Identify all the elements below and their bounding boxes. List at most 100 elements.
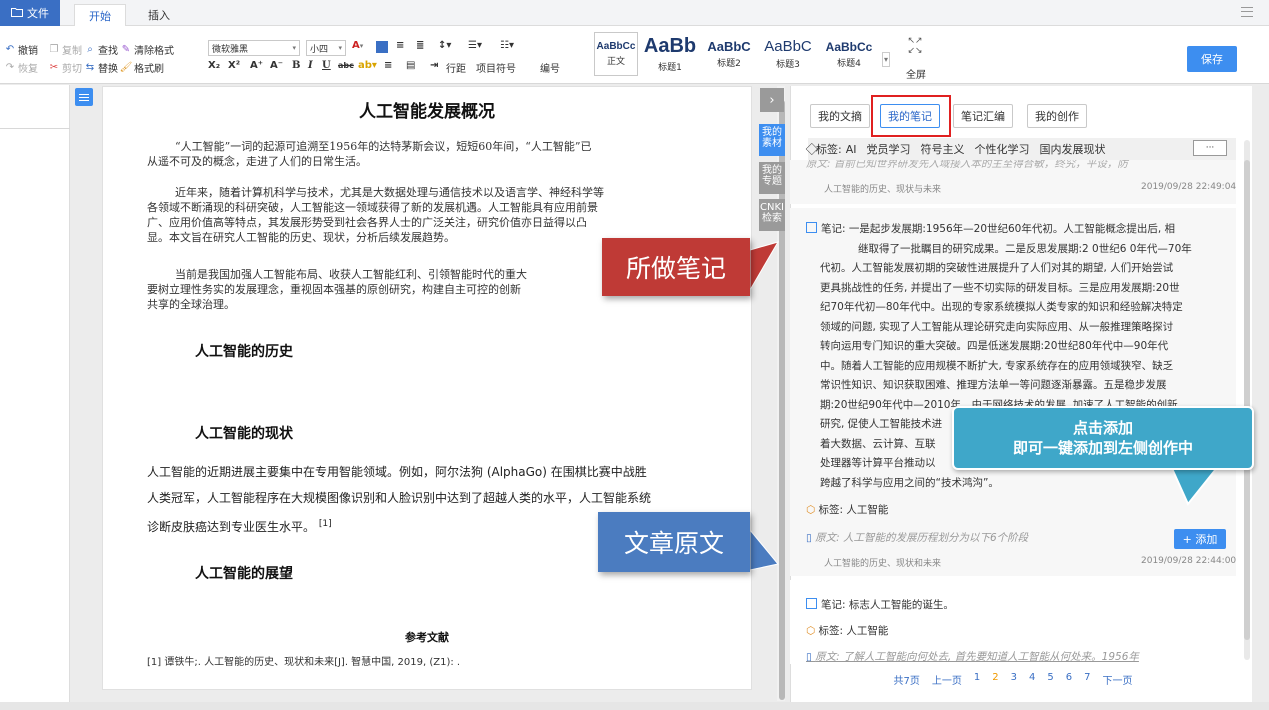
paragraph-line: 当前是我国加强人工智能布局、收获人工智能红利、引领智能时代的重大 [175, 268, 527, 281]
find-button[interactable]: ⌕ 查找 [84, 42, 118, 57]
tag-icon: ⬡ [806, 504, 819, 516]
file-menu-label: 文件 [27, 7, 49, 20]
file-menu-button[interactable]: 文件 [0, 0, 60, 26]
align-center-icon[interactable]: ≡ [396, 40, 404, 51]
styles-dropdown-icon[interactable]: ▾ [882, 52, 891, 67]
tag-filter-item[interactable]: 符号主义 [921, 141, 965, 157]
align-right-icon[interactable]: ≣ [416, 40, 424, 51]
pager-next[interactable]: 下一页 [1103, 672, 1133, 688]
font-color-icon[interactable]: A▾ [352, 40, 363, 51]
citation-marker[interactable]: [1] [319, 519, 332, 529]
book-icon: ▯ [806, 651, 816, 663]
style-heading4[interactable]: AaBbCc 标题4 [820, 32, 878, 76]
distribute-icon[interactable]: ▤ [406, 60, 415, 71]
italic-icon[interactable]: I [308, 60, 313, 71]
note-edit-icon [806, 598, 817, 609]
note-origin-label: 原文: 人工智能的发展历程划分为以下6个阶段 [815, 532, 1029, 544]
undo-icon: ↶ [5, 43, 15, 55]
line-spacing-label[interactable]: 行距 [446, 60, 466, 75]
pager-page[interactable]: 1 [974, 672, 980, 688]
note-source: 人工智能的历史、现状与未来 [824, 185, 942, 195]
bold-icon[interactable]: B [292, 60, 300, 71]
superscript-icon[interactable]: X² [228, 60, 240, 71]
copy-button[interactable]: ❐ 复制 [48, 42, 82, 57]
style-sample: AaBbC [764, 38, 812, 55]
shrink-font-icon[interactable]: A⁻ [270, 60, 283, 71]
strikethrough-icon[interactable]: abc [338, 61, 354, 70]
tab-start[interactable]: 开始 [74, 4, 126, 26]
font-size-select[interactable]: 小四 ▾ [306, 40, 346, 56]
note-origin: ▯ 原文: 人工智能的发展历程划分为以下6个阶段 [806, 530, 1028, 545]
numbering-icon[interactable]: ☷▾ [500, 40, 514, 51]
chevron-right-icon[interactable]: › [760, 88, 784, 112]
save-button[interactable]: 保存 [1187, 46, 1237, 72]
underline-icon[interactable]: U [322, 60, 331, 71]
note-origin-label: 原文: 了解人工智能向何处去, 首先要知道人工智能从何处来。1956年 [815, 651, 1139, 663]
bullets-label[interactable]: 项目符号 [476, 60, 516, 75]
tag-prefix-label: 标签: [816, 143, 842, 156]
note-line: 中。随着人工智能的应用规模不断扩大, 专家系统存在的应用领域狭窄、缺乏 [820, 359, 1174, 372]
pager-page[interactable]: 5 [1047, 672, 1053, 688]
format-painter-button[interactable]: 🖌 格式刷 [120, 60, 164, 75]
style-heading1[interactable]: AaBb 标题1 [642, 32, 698, 76]
font-size-value: 小四 [310, 44, 329, 55]
undo-button[interactable]: ↶ 撤销 [4, 42, 38, 57]
paragraph-line: 从遥不可及的概念，走进了人们的日常生活。 [147, 155, 367, 168]
tag-more-button[interactable]: ··· [1193, 140, 1227, 156]
subscript-icon[interactable]: X₂ [208, 60, 220, 71]
tag-filter-item[interactable]: 党员学习 [867, 141, 911, 157]
bullets-icon[interactable]: ☰▾ [468, 40, 482, 51]
highlight-icon[interactable]: ab▾ [358, 60, 377, 71]
tab-my-abstracts[interactable]: 我的文摘 [810, 104, 870, 128]
tab-insert[interactable]: 插入 [134, 4, 184, 26]
callout-original-text: 文章原文 [598, 512, 750, 572]
style-heading2[interactable]: AaBbC 标题2 [702, 32, 756, 76]
pager-page[interactable]: 7 [1084, 672, 1090, 688]
align-left-icon[interactable] [376, 41, 388, 53]
fullscreen-icon[interactable]: ↖↗ ↙↘ [904, 36, 926, 64]
collapse-ribbon-icon[interactable] [1241, 7, 1253, 17]
side-tab-material[interactable]: 我的素材 [759, 124, 785, 156]
style-normal[interactable]: AaBbCc 正文 [594, 32, 638, 76]
style-caption: 标题1 [658, 63, 682, 73]
notes-scroll-thumb[interactable] [1244, 160, 1250, 640]
indent-icon[interactable]: ⇥ [430, 60, 438, 71]
paragraph-line: 显。本文旨在研究人工智能的历史、现状，分析后续发展趋势。 [147, 231, 455, 244]
line-spacing-icon[interactable]: ↕▾ [438, 40, 451, 51]
tag-filter-item[interactable]: 个性化学习 [975, 141, 1030, 157]
grow-font-icon[interactable]: A⁺ [250, 60, 263, 71]
note-line: 更具挑战性的任务, 并提出了一些不切实际的研发目标。三是应用发展期:20世 [820, 281, 1180, 294]
paragraph-line: 要树立理性务实的发展理念，重视固本强基的原创研究，构建自主可控的创新 [147, 283, 521, 296]
tag-filter-item[interactable]: 国内发展现状 [1040, 141, 1106, 157]
side-tab-topic[interactable]: 我的专题 [759, 162, 785, 194]
add-to-document-button[interactable]: + 添加 [1174, 529, 1226, 549]
clear-format-button[interactable]: ✎ 清除格式 [120, 42, 174, 57]
side-tab-cnki[interactable]: CNKI检索 [759, 199, 785, 231]
pager-prev[interactable]: 上一页 [932, 672, 962, 688]
justify-icon[interactable]: ≡ [384, 60, 392, 71]
note-tag-label: 标签: 人工智能 [818, 504, 889, 516]
replace-icon: ⇆ [85, 61, 95, 73]
pager-page[interactable]: 3 [1011, 672, 1017, 688]
note-timestamp: 2019/09/28 22:44:00 [1141, 556, 1237, 566]
note-line: 笔记: 一是起步发展期:1956年—20世纪60年代初。人工智能概念提出后, 相 [821, 223, 1176, 235]
redo-button[interactable]: ↷ 恢复 [4, 60, 38, 75]
document-page[interactable]: 人工智能发展概况 “人工智能”一词的起源可追溯至1956年的达特茅斯会议，短短6… [102, 86, 752, 690]
highlight-box [871, 95, 951, 137]
replace-button[interactable]: ⇆ 替换 [84, 60, 118, 75]
font-family-select[interactable]: 微软雅黑 ▾ [208, 40, 300, 56]
tab-notes-compilation[interactable]: 笔记汇编 [953, 104, 1013, 128]
fullscreen-label[interactable]: 全屏 [906, 66, 926, 81]
cut-button[interactable]: ✂ 剪切 [48, 60, 82, 75]
pagination: 共7页 上一页 1 2 3 4 5 6 7 下一页 [790, 672, 1236, 688]
pager-page[interactable]: 6 [1066, 672, 1072, 688]
pager-page[interactable]: 4 [1029, 672, 1035, 688]
style-caption: 标题4 [837, 58, 861, 69]
pager-page-current[interactable]: 2 [992, 672, 998, 688]
style-heading3[interactable]: AaBbC 标题3 [760, 32, 816, 76]
tab-my-creations[interactable]: 我的创作 [1027, 104, 1087, 128]
document-title: 人工智能发展概况 [359, 102, 495, 122]
outline-toggle-icon[interactable] [75, 88, 93, 106]
numbering-label[interactable]: 编号 [540, 60, 560, 75]
tag-filter-item[interactable]: AI [846, 143, 857, 156]
